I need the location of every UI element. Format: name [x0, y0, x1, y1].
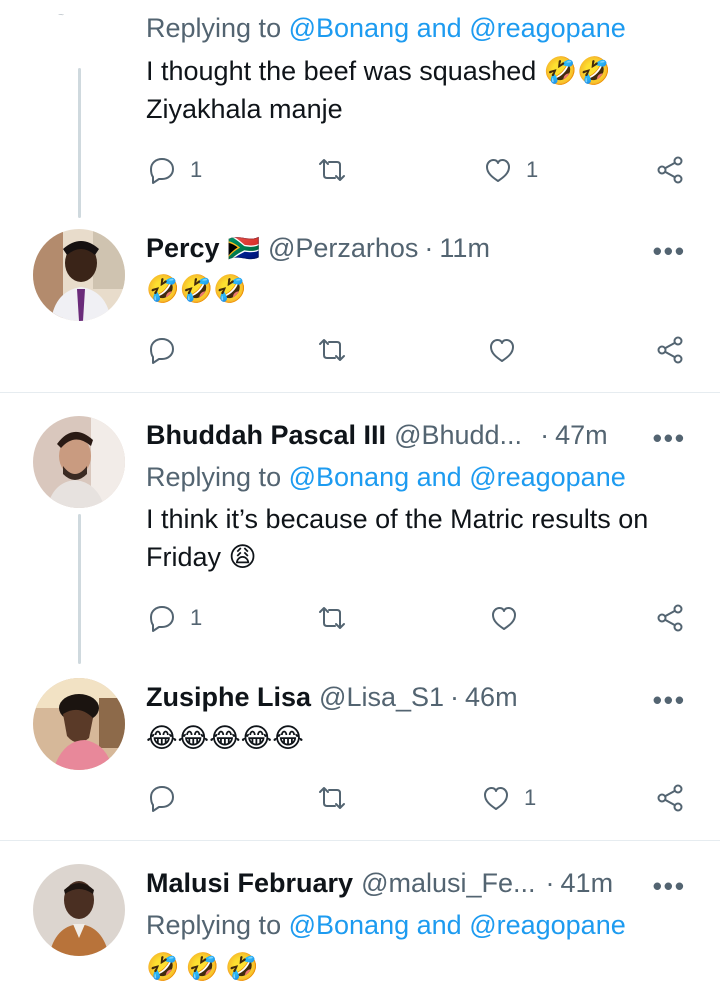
user-handle[interactable]: @Bhudd... [394, 420, 522, 451]
separator-dot: · [540, 419, 550, 450]
divider [0, 840, 720, 841]
reply-count: 1 [190, 605, 203, 630]
replying-to: Replying to @Bonang and @reagopane [146, 906, 626, 944]
mention-link[interactable]: @Bonang [289, 462, 410, 492]
replying-to: Replying to @Bonang and @reagopane [146, 458, 626, 496]
mention-link[interactable]: @reagopane [469, 910, 626, 940]
tweet-text: 🤣🤣🤣 [146, 952, 265, 982]
watermark-mark: ~ [58, 10, 64, 21]
mention-link[interactable]: @Bonang [289, 910, 410, 940]
like-icon [482, 154, 514, 186]
avatar[interactable] [33, 864, 125, 956]
divider [0, 392, 720, 393]
reply-icon [146, 334, 178, 366]
display-name[interactable]: Zusiphe Lisa [146, 682, 311, 713]
replying-to: Replying to @Bonang and @reagopane [146, 9, 626, 47]
reply-icon [146, 602, 178, 634]
user-handle[interactable]: @Lisa_S1 [319, 682, 444, 713]
more-options-icon[interactable]: ••• [653, 871, 686, 902]
tweet-header: Malusi February @malusi_Fe... · 41m ••• [146, 863, 700, 903]
more-options-icon[interactable]: ••• [653, 423, 686, 454]
like-count: 1 [524, 785, 537, 810]
reply-count: 1 [190, 157, 203, 182]
avatar[interactable] [33, 229, 125, 321]
tweet-actions [146, 330, 691, 370]
retweet-button[interactable] [316, 150, 348, 190]
like-count: 1 [526, 157, 539, 182]
more-options-icon[interactable]: ••• [653, 685, 686, 716]
reply-button[interactable] [146, 330, 178, 370]
retweet-icon [316, 602, 348, 634]
tweet-text: 😂😂😂😂😂 [146, 723, 304, 753]
tweet-actions: 1 1 [146, 150, 691, 190]
tweet-actions: 1 [146, 598, 691, 638]
tweet-text: Ziyakhala manje [146, 94, 343, 124]
mention-and: and [416, 462, 462, 492]
tweet-header: Zusiphe Lisa @Lisa_S1 · 46m ••• [146, 677, 700, 717]
share-icon [654, 602, 686, 634]
timestamp[interactable]: 41m [561, 868, 614, 899]
thread-line [78, 514, 81, 664]
replying-label: Replying to [146, 462, 282, 492]
separator-dot: · [424, 232, 434, 263]
timestamp[interactable]: 11m [439, 233, 490, 264]
mention-link[interactable]: @Bonang [289, 13, 410, 43]
share-icon [654, 334, 686, 366]
tweet-actions: 1 [146, 778, 691, 818]
share-button[interactable] [654, 330, 686, 370]
retweet-icon [316, 334, 348, 366]
like-button[interactable]: 1 [482, 150, 538, 190]
tweet-header: Percy 🇿🇦 @Perzarhos · 11m ••• [146, 228, 700, 268]
mention-link[interactable]: @reagopane [469, 13, 626, 43]
replying-label: Replying to [146, 910, 282, 940]
share-button[interactable] [654, 778, 686, 818]
display-name[interactable]: Malusi February [146, 868, 353, 899]
separator-dot: · [450, 681, 460, 712]
like-icon [486, 334, 518, 366]
tweet-text: I thought the beef was squashed 🤣🤣 [146, 56, 612, 86]
avatar[interactable] [33, 416, 125, 508]
retweet-icon [316, 154, 348, 186]
replying-label: Replying to [146, 13, 282, 43]
share-button[interactable] [654, 150, 686, 190]
like-icon [480, 782, 512, 814]
reply-button[interactable] [146, 778, 178, 818]
tweet-header: Bhuddah Pascal III @Bhudd... · 47m ••• [146, 415, 700, 455]
mention-and: and [416, 910, 462, 940]
tweet-text: 🤣🤣🤣 [146, 274, 247, 304]
thread-line [78, 68, 81, 218]
share-button[interactable] [654, 598, 686, 638]
retweet-icon [316, 782, 348, 814]
like-button[interactable] [488, 598, 520, 638]
user-handle[interactable]: @malusi_Fe... [361, 868, 535, 899]
like-button[interactable]: 1 [480, 778, 536, 818]
timestamp[interactable]: 46m [465, 682, 518, 713]
separator-dot: · [545, 867, 555, 898]
share-icon [654, 782, 686, 814]
reply-button[interactable]: 1 [146, 598, 202, 638]
mention-link[interactable]: @reagopane [469, 462, 626, 492]
retweet-button[interactable] [316, 778, 348, 818]
avatar[interactable] [33, 678, 125, 770]
display-name[interactable]: Percy [146, 233, 220, 264]
tweet-text: Friday 😩 [146, 542, 257, 572]
display-name[interactable]: Bhuddah Pascal III [146, 420, 386, 451]
timestamp[interactable]: 47m [555, 420, 608, 451]
tweet-text: I think it’s because of the Matric resul… [146, 504, 649, 534]
more-options-icon[interactable]: ••• [653, 236, 686, 267]
user-handle[interactable]: @Perzarhos [268, 233, 418, 264]
reply-button[interactable]: 1 [146, 150, 202, 190]
mention-and: and [416, 13, 462, 43]
retweet-button[interactable] [316, 598, 348, 638]
flag-emoji: 🇿🇦 [227, 232, 260, 263]
like-button[interactable] [486, 330, 518, 370]
reply-icon [146, 782, 178, 814]
like-icon [488, 602, 520, 634]
share-icon [654, 154, 686, 186]
retweet-button[interactable] [316, 330, 348, 370]
reply-icon [146, 154, 178, 186]
